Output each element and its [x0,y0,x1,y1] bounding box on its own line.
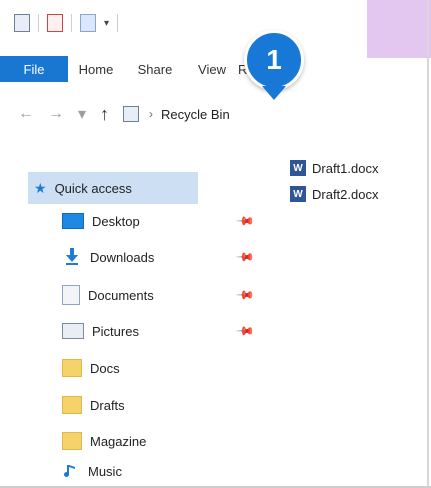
pin-icon: 📌 [235,246,256,268]
ribbon-tabs: File Home Share View Rec [0,50,431,88]
sidebar-item-label: Pictures [92,323,139,339]
recent-locations-button[interactable]: ▾ [78,104,86,124]
sidebar-item-label: Music [88,463,122,479]
downloads-icon [62,247,82,267]
tab-file[interactable]: File [0,56,68,82]
sidebar-item-pictures[interactable]: Pictures 📌 [0,316,270,346]
sidebar-item-magazine[interactable]: Magazine [0,426,270,456]
file-item[interactable]: W Draft2.docx [290,181,431,207]
file-item[interactable]: W Draft1.docx [290,155,431,181]
back-button[interactable]: ← [18,105,34,123]
sidebar-item-label: Docs [90,360,120,376]
sidebar-item-label: Downloads [90,249,155,265]
pin-icon: 📌 [235,210,256,232]
word-document-icon: W [290,186,306,202]
window-right-border [427,0,429,488]
music-icon [62,462,80,480]
qat-separator [117,14,119,32]
sidebar-item-docs[interactable]: Docs [0,353,270,383]
breadcrumb-separator[interactable]: › [149,107,153,121]
address-bar: ← → ▾ ↑ › Recycle Bin [0,96,431,132]
sidebar-item-label: Drafts [90,397,125,413]
explorer-icon[interactable] [14,14,30,32]
up-button[interactable]: ↑ [100,104,109,125]
customize-qat-icon[interactable]: ▾ [104,18,109,29]
file-name: Draft1.docx [312,160,379,176]
sidebar-item-label: Documents [88,287,154,303]
navigation-buttons: ← → ▾ ↑ [18,104,109,125]
pictures-icon [62,323,84,339]
breadcrumb-recycle-bin[interactable]: Recycle Bin [161,107,230,122]
pin-icon: 📌 [235,284,256,306]
sidebar-item-downloads[interactable]: Downloads 📌 [0,242,270,272]
desktop-icon [62,213,84,229]
folder-icon [62,359,82,377]
file-explorer-window: ▾ File Home Share View Rec ← → ▾ ↑ › Rec… [0,0,431,488]
step-callout-badge: 1 [244,30,304,90]
properties-icon[interactable] [47,14,63,32]
sidebar-item-quick-access[interactable]: ★ Quick access [28,172,198,204]
new-folder-icon[interactable] [80,14,96,32]
sidebar-item-documents[interactable]: Documents 📌 [0,280,270,310]
star-icon: ★ [34,179,47,196]
step-callout-pointer [262,86,286,100]
title-bar: ▾ [0,0,431,58]
navigation-pane: ★ Quick access Desktop 📌 Downloads 📌 Doc… [0,150,270,488]
recycle-bin-icon [123,106,140,122]
qat-separator [71,14,72,32]
music-icon-svg [64,465,75,478]
word-document-icon: W [290,160,306,176]
documents-icon [62,285,80,305]
tab-share[interactable]: Share [124,50,186,88]
sidebar-item-label: Desktop [92,213,140,229]
tab-home[interactable]: Home [68,50,124,88]
folder-icon [62,396,82,414]
sidebar-item-music[interactable]: Music [0,456,270,486]
sidebar-item-desktop[interactable]: Desktop 📌 [0,206,270,236]
sidebar-item-drafts[interactable]: Drafts [0,390,270,420]
qat-separator [38,14,39,32]
folder-icon [62,432,82,450]
sidebar-item-label: Magazine [90,433,147,449]
file-name: Draft2.docx [312,186,379,202]
quick-access-toolbar: ▾ [14,14,119,32]
pin-icon: 📌 [235,320,256,342]
tab-view[interactable]: View [186,50,238,88]
file-list: W Draft1.docx W Draft2.docx [290,155,431,207]
forward-button[interactable]: → [48,105,64,123]
sidebar-item-label: Quick access [54,180,132,196]
downloads-icon-svg [66,248,78,265]
